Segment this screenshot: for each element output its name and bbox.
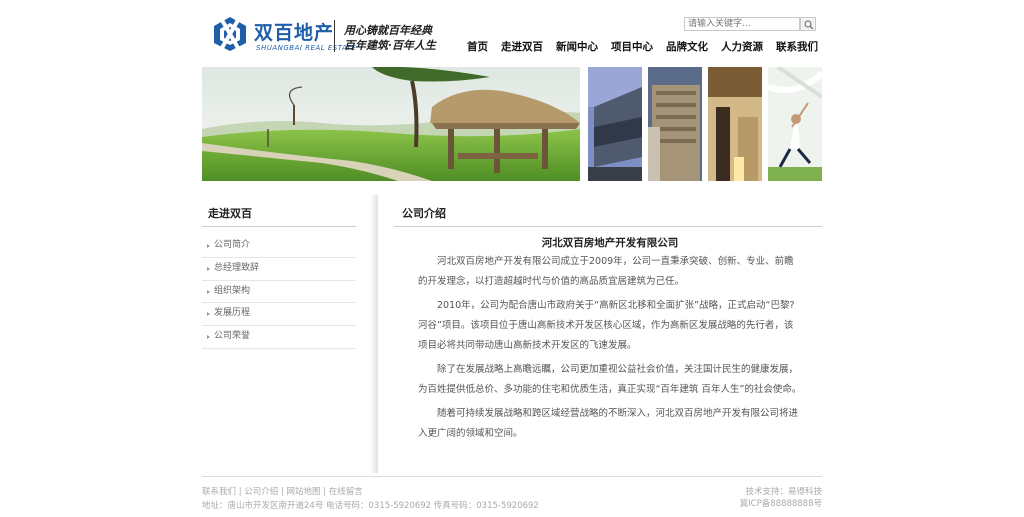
header: 双百地产 SHUANGBAI REAL ESTATE 用心铸就百年经典 百年建筑… [202, 10, 822, 62]
footer-divider [202, 476, 822, 477]
slogan-line-1: 用心铸就百年经典 [344, 24, 432, 37]
footer-address: 地址：唐山市开发区南开道24号 电话号码：0315-5920692 传真号码：0… [202, 501, 539, 511]
nav-contact[interactable]: 联系我们 [776, 39, 818, 54]
article-paragraph: 除了在发展战略上高瞻远瞩，公司更加重视公益社会价值，关注国计民生的健康发展，为百… [418, 364, 802, 395]
sidebar-item-history[interactable]: 发展历程 [202, 303, 356, 327]
nav-brand[interactable]: 品牌文化 [666, 39, 708, 54]
logo-icon[interactable] [210, 16, 250, 52]
search-button[interactable] [800, 17, 816, 31]
search-input[interactable] [684, 17, 800, 31]
sidebar-item-organization[interactable]: 组织架构 [202, 281, 356, 304]
sidebar-title: 走进双百 [208, 207, 252, 220]
nav-news[interactable]: 新闻中心 [556, 39, 598, 54]
article-paragraph: 2010年，公司为配合唐山市政府关于“高新区北移和全面扩张”战略，正式启动“巴黎… [418, 300, 795, 351]
search-icon [804, 20, 814, 30]
nav-hr[interactable]: 人力资源 [721, 39, 763, 54]
banner-landscape-image [202, 67, 580, 181]
article-heading: 河北双百房地产开发有限公司 [541, 237, 679, 249]
column-separator [370, 195, 378, 473]
footer-icp: 冀ICP备88888888号 [739, 499, 822, 509]
brand-name: 双百地产 [254, 22, 335, 44]
brand-name-en: SHUANGBAI REAL ESTATE [256, 44, 357, 52]
footer-tech-support[interactable]: 技术支持：易得科技 [745, 485, 822, 497]
section-title: 公司介绍 [402, 207, 446, 220]
sidebar-menu: 公司简介 总经理致辞 组织架构 发展历程 公司荣誉 [202, 235, 356, 349]
footer-links[interactable]: 联系我们 | 公司介绍 | 网站地图 | 在线留言 [202, 485, 363, 497]
section-divider [394, 226, 822, 227]
nav-home[interactable]: 首页 [467, 39, 488, 54]
sidebar-item-gm-speech[interactable]: 总经理致辞 [202, 258, 356, 281]
nav-projects[interactable]: 项目中心 [611, 39, 653, 54]
slogan-line-2: 百年建筑·百年人生 [344, 39, 436, 52]
banner-building-image-1 [588, 67, 642, 181]
sidebar-item-company-profile[interactable]: 公司简介 [202, 235, 356, 258]
article-content: 河北双百房地产开发有限公司 河北双百房地产开发有限公司成立于2009年，公司一直… [418, 235, 802, 448]
nav-about[interactable]: 走进双百 [501, 39, 543, 54]
article-paragraph: 河北双百房地产开发有限公司成立于2009年，公司一直秉承突破、创新、专业、前瞻的… [418, 256, 794, 287]
main-nav: 首页 走进双百 新闻中心 项目中心 品牌文化 人力资源 联系我们 [467, 39, 818, 54]
banner-lifestyle-image [768, 67, 822, 181]
banner-building-image-2 [648, 67, 702, 181]
header-divider [334, 20, 335, 52]
banner [202, 67, 822, 181]
sidebar-item-honors[interactable]: 公司荣誉 [202, 326, 356, 349]
banner-building-image-3 [708, 67, 762, 181]
sidebar-divider [202, 226, 356, 227]
article-paragraph: 随着可持续发展战略和跨区域经营战略的不断深入，河北双百房地产开发有限公司将进入更… [418, 408, 799, 439]
